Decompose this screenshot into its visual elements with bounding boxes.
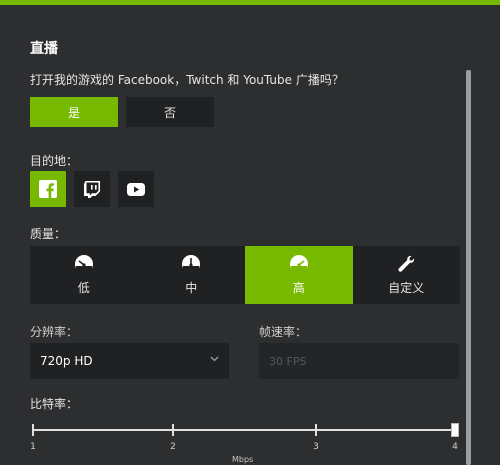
page-title: 直播 bbox=[30, 41, 58, 57]
quality-low-option[interactable]: 低 bbox=[30, 246, 138, 304]
resolution-label: 分辨率： bbox=[30, 325, 79, 339]
quality-medium-label: 中 bbox=[185, 280, 198, 295]
quality-label: 质量： bbox=[30, 227, 67, 241]
chevron-down-icon bbox=[210, 356, 219, 362]
tick-label: 1 bbox=[30, 442, 36, 452]
quality-custom-option[interactable]: 自定义 bbox=[353, 246, 461, 304]
resolution-select[interactable]: 720p HD bbox=[30, 343, 229, 379]
wrench-icon bbox=[398, 255, 415, 272]
quality-selector: 低 中 高 自定义 bbox=[30, 246, 460, 304]
gauge-low-icon bbox=[74, 254, 93, 273]
broadcast-settings-panel: 直播 打开我的游戏的 Facebook，Twitch 和 YouTube 广播吗… bbox=[0, 5, 500, 465]
youtube-button[interactable] bbox=[118, 171, 154, 207]
framerate-field: 30 FPS bbox=[259, 343, 459, 379]
quality-low-label: 低 bbox=[77, 280, 90, 295]
broadcast-question: 打开我的游戏的 Facebook，Twitch 和 YouTube 广播吗？ bbox=[30, 73, 344, 87]
slider-tick bbox=[315, 424, 317, 436]
broadcast-yes-button[interactable]: 是 bbox=[30, 97, 118, 127]
quality-custom-label: 自定义 bbox=[388, 280, 425, 295]
facebook-icon bbox=[39, 180, 57, 198]
destination-label: 目的地： bbox=[30, 154, 79, 168]
slider-track bbox=[32, 429, 456, 431]
quality-high-label: 高 bbox=[292, 280, 305, 295]
tick-label: 2 bbox=[170, 442, 176, 452]
tick-label: 3 bbox=[313, 442, 319, 452]
framerate-value: 30 FPS bbox=[269, 354, 307, 368]
gauge-high-icon bbox=[289, 254, 308, 273]
slider-tick bbox=[32, 424, 34, 436]
resolution-value: 720p HD bbox=[40, 354, 93, 368]
bitrate-label: 比特率： bbox=[30, 397, 79, 411]
youtube-icon bbox=[127, 182, 145, 196]
tick-label: 4 bbox=[452, 442, 458, 452]
quality-high-option[interactable]: 高 bbox=[245, 246, 353, 304]
slider-tick bbox=[172, 424, 174, 436]
scrollbar[interactable] bbox=[466, 70, 471, 465]
broadcast-no-button[interactable]: 否 bbox=[126, 97, 214, 127]
facebook-button[interactable] bbox=[30, 171, 66, 207]
bitrate-slider[interactable]: 1 2 3 4 Mbps bbox=[30, 423, 460, 465]
framerate-label: 帧速率： bbox=[259, 325, 308, 339]
twitch-button[interactable] bbox=[74, 171, 110, 207]
twitch-icon bbox=[84, 180, 100, 198]
gauge-medium-icon bbox=[182, 254, 201, 273]
slider-thumb[interactable] bbox=[451, 423, 459, 437]
quality-medium-option[interactable]: 中 bbox=[138, 246, 246, 304]
